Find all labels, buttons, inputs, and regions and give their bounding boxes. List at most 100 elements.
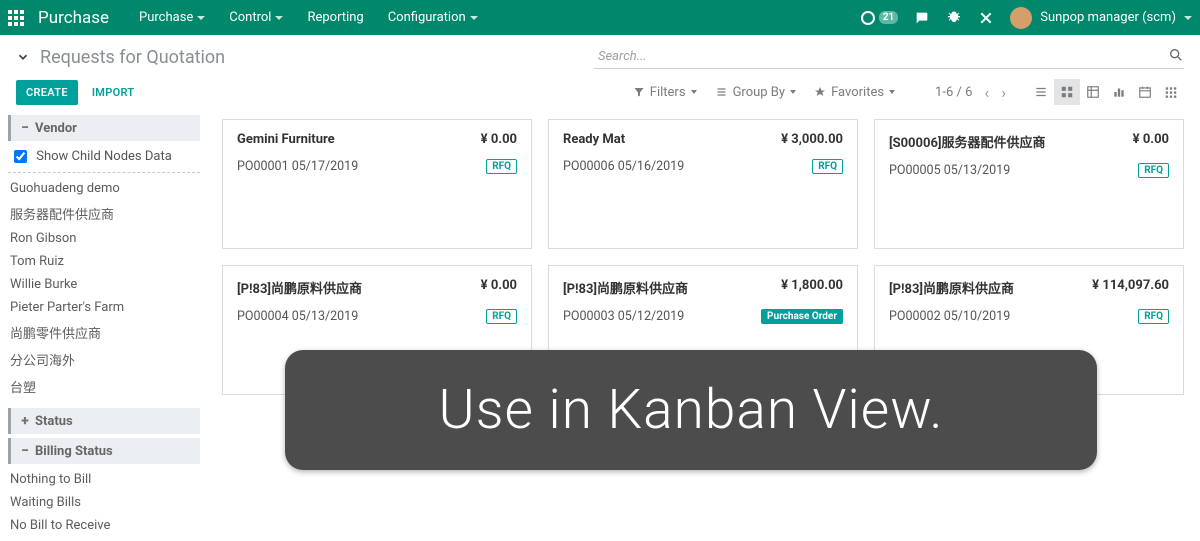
favorites-label: Favorites: [831, 85, 884, 100]
vendor-item[interactable]: 分公司海外: [8, 346, 200, 373]
sidebar: Vendor Show Child Nodes Data Guohuadeng …: [0, 111, 210, 506]
top-nav: Purchase Purchase Control Reporting Conf…: [0, 0, 1200, 35]
collapse-icon: [19, 120, 31, 136]
facet-title: Billing Status: [35, 444, 113, 459]
view-kanban[interactable]: [1054, 79, 1080, 105]
facet-title: Vendor: [35, 121, 77, 136]
search-icon[interactable]: [1168, 47, 1184, 63]
kanban-card[interactable]: Gemini Furniture ¥ 0.00 PO00001 05/17/2019…: [222, 119, 532, 249]
activity-counter[interactable]: 21: [861, 11, 898, 25]
card-amount: ¥ 3,000.00: [781, 132, 843, 147]
card-ref: PO00001 05/17/2019: [237, 159, 358, 174]
systray: 21 Sunpop manager (scm): [861, 7, 1192, 29]
vendor-item[interactable]: Tom Ruiz: [8, 250, 200, 273]
vendor-list: Guohuadeng demo 服务器配件供应商 Ron Gibson Tom …: [8, 173, 200, 404]
status-badge: RFQ: [486, 309, 517, 324]
caret-down-icon: [470, 16, 478, 20]
apps-icon[interactable]: [8, 10, 24, 26]
menu-purchase[interactable]: Purchase: [139, 10, 205, 25]
view-activity[interactable]: [1158, 79, 1184, 105]
card-ref: PO00002 05/10/2019: [889, 309, 1010, 324]
vendor-item[interactable]: Pieter Parter's Farm: [8, 296, 200, 319]
view-calendar[interactable]: [1132, 79, 1158, 105]
menu-reporting[interactable]: Reporting: [307, 10, 363, 25]
favorites-dropdown[interactable]: Favorites: [814, 85, 895, 100]
vendor-item[interactable]: Guohuadeng demo: [8, 177, 200, 200]
menu-control[interactable]: Control: [229, 10, 283, 25]
caret-down-icon: [889, 90, 895, 94]
billing-item[interactable]: Nothing to Bill: [8, 468, 200, 491]
card-title: Ready Mat: [563, 132, 625, 147]
card-amount: ¥ 1,800.00: [781, 278, 843, 297]
vendor-item[interactable]: Ron Gibson: [8, 227, 200, 250]
pager-prev[interactable]: ‹: [984, 83, 989, 102]
filters-label: Filters: [650, 85, 686, 100]
expand-icon: [19, 413, 31, 429]
card-title: [P!83]尚鹏原料供应商: [563, 278, 688, 297]
facet-billing[interactable]: Billing Status: [8, 438, 200, 464]
billing-list: Nothing to Bill Waiting Bills No Bill to…: [8, 464, 200, 541]
menu-label: Configuration: [388, 10, 466, 25]
facet-status[interactable]: Status: [8, 408, 200, 434]
clock-icon: [861, 11, 875, 25]
billing-item[interactable]: Waiting Bills: [8, 491, 200, 514]
caret-down-icon: [197, 16, 205, 20]
card-amount: ¥ 114,097.60: [1092, 278, 1169, 297]
pager: 1-6 / 6 ‹ ›: [935, 83, 1006, 102]
vendor-item[interactable]: 台塑: [8, 373, 200, 400]
card-title: Gemini Furniture: [237, 132, 335, 147]
status-badge: RFQ: [486, 159, 517, 174]
card-amount: ¥ 0.00: [1133, 132, 1169, 151]
close-icon[interactable]: [978, 10, 994, 26]
view-graph[interactable]: [1106, 79, 1132, 105]
import-button[interactable]: IMPORT: [92, 86, 135, 99]
card-ref: PO00005 05/13/2019: [889, 163, 1010, 178]
breadcrumb: Requests for Quotation: [40, 47, 225, 68]
user-name: Sunpop manager (scm): [1040, 10, 1176, 25]
view-switcher: [1028, 79, 1184, 105]
facet-title: Status: [35, 414, 73, 429]
kanban-card[interactable]: [S00006]服务器配件供应商¥ 0.00PO00005 05/13/2019…: [874, 119, 1184, 249]
card-ref: PO00004 05/13/2019: [237, 309, 358, 324]
app-name: Purchase: [38, 8, 109, 28]
card-ref: PO00006 05/16/2019: [563, 159, 684, 174]
chat-icon[interactable]: [914, 10, 930, 26]
main-menu: Purchase Control Reporting Configuration: [139, 10, 478, 25]
show-child-nodes[interactable]: Show Child Nodes Data: [8, 141, 200, 173]
avatar: [1010, 7, 1032, 29]
groupby-dropdown[interactable]: Group By: [715, 85, 797, 100]
filters-dropdown[interactable]: Filters: [633, 85, 697, 100]
vendor-item[interactable]: 尚鹏零件供应商: [8, 319, 200, 346]
funnel-icon: [633, 86, 645, 98]
card-title: [P!83]尚鹏原料供应商: [237, 278, 362, 297]
activity-count: 21: [879, 11, 898, 24]
pager-next[interactable]: ›: [1001, 83, 1006, 102]
show-child-label: Show Child Nodes Data: [36, 149, 172, 164]
caret-down-icon: [1184, 16, 1192, 20]
create-button[interactable]: CREATE: [16, 80, 78, 105]
bug-icon[interactable]: [946, 10, 962, 26]
menu-configuration[interactable]: Configuration: [388, 10, 478, 25]
facet-vendor[interactable]: Vendor: [8, 115, 200, 141]
show-child-checkbox[interactable]: [14, 150, 27, 163]
search-options: Filters Group By Favorites: [633, 85, 895, 100]
vendor-item[interactable]: 服务器配件供应商: [8, 200, 200, 227]
menu-label: Reporting: [307, 10, 363, 25]
menu-label: Control: [229, 10, 271, 25]
vendor-item[interactable]: Willie Burke: [8, 273, 200, 296]
status-badge: Purchase Order: [761, 309, 843, 324]
list-icon: [715, 86, 728, 98]
view-pivot[interactable]: [1080, 79, 1106, 105]
breadcrumb-back-icon[interactable]: [16, 50, 30, 64]
control-panel: Requests for Quotation CREATE IMPORT Fil…: [0, 35, 1200, 111]
card-amount: ¥ 0.00: [481, 278, 517, 297]
card-title: [P!83]尚鹏原料供应商: [889, 278, 1014, 297]
card-amount: ¥ 0.00: [481, 132, 517, 147]
caret-down-icon: [275, 16, 283, 20]
view-list[interactable]: [1028, 79, 1054, 105]
billing-item[interactable]: No Bill to Receive: [8, 514, 200, 537]
card-ref: PO00003 05/12/2019: [563, 309, 684, 324]
search-input[interactable]: [594, 45, 1184, 68]
user-menu[interactable]: Sunpop manager (scm): [1010, 7, 1192, 29]
kanban-card[interactable]: Ready Mat¥ 3,000.00PO00006 05/16/2019RFQ: [548, 119, 858, 249]
